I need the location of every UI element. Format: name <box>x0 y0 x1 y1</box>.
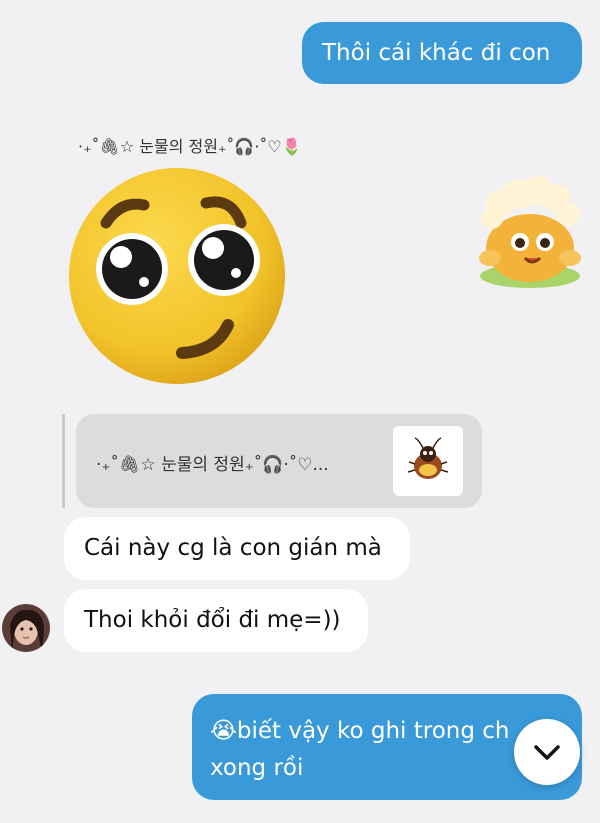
cockroach-icon <box>407 437 449 479</box>
corn-character-sticker[interactable] <box>470 176 590 296</box>
reply-quoted-name: ·₊˚🖇☆ 눈물의 정원₊˚🎧·˚♡... <box>96 455 329 475</box>
message-text: biết vậy ko ghi trong ch <box>236 718 510 744</box>
message-text: Thôi cái khác đi con <box>322 40 551 66</box>
outgoing-message[interactable]: Thôi cái khác đi con <box>302 22 582 84</box>
avatar[interactable] <box>2 604 50 652</box>
message-text: Thoi khỏi đổi đi mẹ=)) <box>84 607 341 633</box>
crying-emoji: 😭 <box>210 718 237 744</box>
incoming-message[interactable]: Cái này cg là con gián mà <box>64 517 410 580</box>
sender-name: ·₊˚🖇☆ 눈물의 정원₊˚🎧·˚♡🌷 <box>78 137 302 156</box>
chevron-down-icon <box>534 745 560 760</box>
message-text: Cái này cg là con gián mà <box>84 535 382 561</box>
reply-indicator-bar <box>62 414 65 508</box>
scroll-to-bottom-button[interactable] <box>514 719 580 785</box>
incoming-message[interactable]: Thoi khỏi đổi đi mẹ=)) <box>64 589 368 652</box>
message-text: xong rồi <box>210 755 304 781</box>
reply-thumbnail <box>393 426 463 496</box>
pleading-face-sticker[interactable] <box>66 165 288 387</box>
